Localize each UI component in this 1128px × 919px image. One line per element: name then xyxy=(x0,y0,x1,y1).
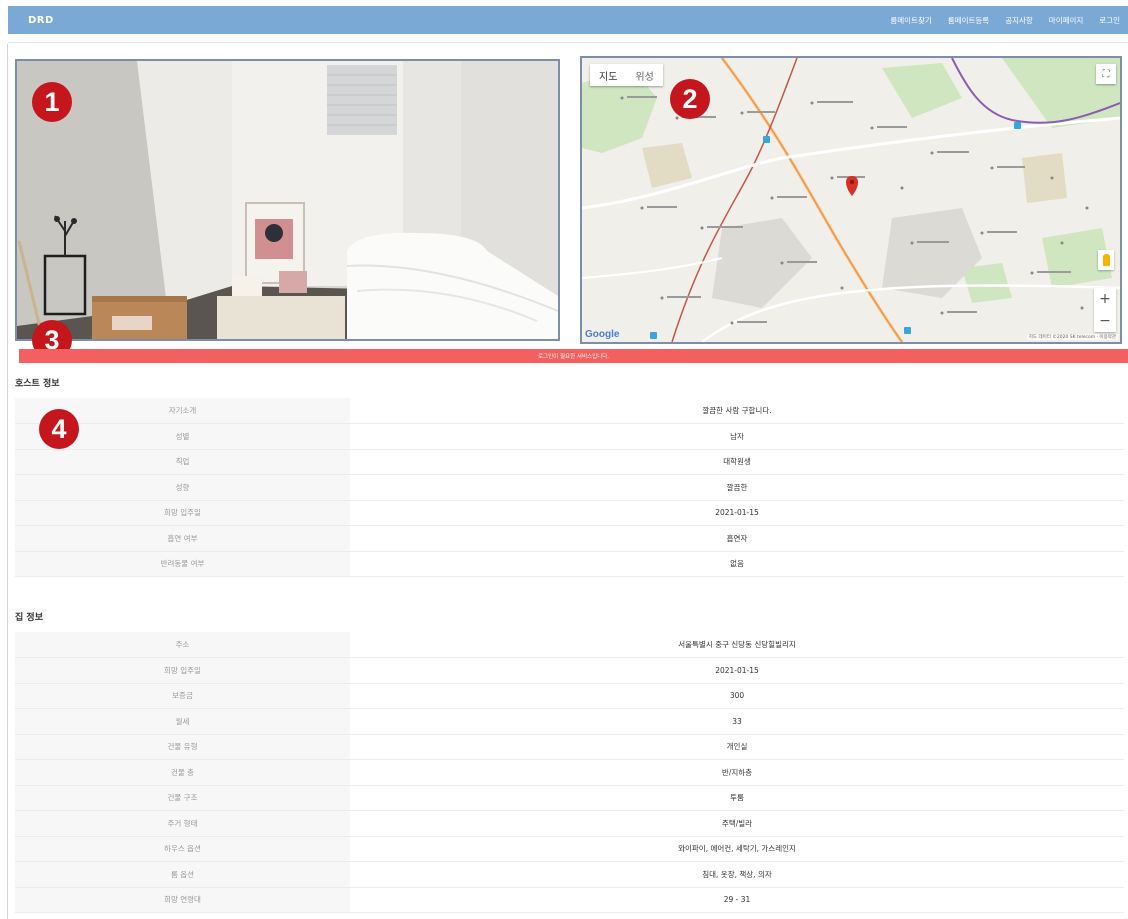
nav-menu: 룸메이트찾기 룸메이트등록 공지사항 마이페이지 로그인 xyxy=(890,15,1128,26)
table-row: 주소 서울특별시 중구 신당동 신당힐빌리지 xyxy=(15,632,1124,658)
table-row: 룸 옵션 침대, 옷장, 책상, 의자 xyxy=(15,861,1124,888)
row-label: 흡연 여부 xyxy=(15,525,350,552)
table-row: 직업 대학원생 xyxy=(15,449,1124,475)
row-value: 투룸 xyxy=(350,785,1124,811)
row-value: 개인실 xyxy=(350,734,1124,760)
row-label: 주소 xyxy=(15,632,350,658)
row-label: 성향 xyxy=(15,474,350,501)
map-type-map-button[interactable]: 지도 xyxy=(590,64,626,86)
nav-link-login[interactable]: 로그인 xyxy=(1099,15,1120,26)
row-value: 남자 xyxy=(350,423,1124,450)
row-label: 건물 층 xyxy=(15,759,350,786)
row-value: 300 xyxy=(350,683,1124,709)
row-value: 흡연자 xyxy=(350,525,1124,552)
map-attribution[interactable]: 지도 데이터 ©2020 SK telecom · 이용약관 xyxy=(1026,334,1118,340)
page-left-border xyxy=(7,44,8,919)
table-row: 자기소개 깔끔한 사람 구합니다. xyxy=(15,398,1124,424)
house-info-title: 집 정보 xyxy=(15,613,43,623)
table-row: 성향 깔끔한 xyxy=(15,474,1124,501)
nav-link-notice[interactable]: 공지사항 xyxy=(1005,15,1033,26)
table-row: 희망 입주일 2021-01-15 xyxy=(15,657,1124,684)
row-value: 2021-01-15 xyxy=(350,500,1124,526)
callout-marker-2: 2 xyxy=(670,79,710,119)
table-row: 하우스 옵션 와이파이, 에어컨, 세탁기, 가스레인지 xyxy=(15,836,1124,862)
table-row: 주거 형태 주택/빌라 xyxy=(15,810,1124,837)
zoom-in-button[interactable]: + xyxy=(1094,288,1116,310)
table-row: 흡연 여부 흡연자 xyxy=(15,525,1124,552)
row-label: 희망 입주일 xyxy=(15,657,350,684)
map-zoom-control: + − xyxy=(1094,288,1116,332)
row-value: 주택/빌라 xyxy=(350,810,1124,837)
row-value: 서울특별시 중구 신당동 신당힐빌리지 xyxy=(350,632,1124,658)
brand-logo[interactable]: DRD xyxy=(28,15,54,26)
map-type-satellite-button[interactable]: 위성 xyxy=(626,64,662,86)
map-type-toggle: 지도 위성 xyxy=(590,64,663,86)
table-row: 월세 33 xyxy=(15,708,1124,735)
host-info-table: 자기소개 깔끔한 사람 구합니다. 성별 남자 직업 대학원생 성향 깔끔한 희망 입주… xyxy=(15,398,1124,577)
table-row: 성별 남자 xyxy=(15,423,1124,450)
row-label: 주거 형태 xyxy=(15,810,350,837)
nav-link-find-roommate[interactable]: 룸메이트찾기 xyxy=(890,15,931,26)
table-row: 반려동물 여부 없음 xyxy=(15,551,1124,577)
table-row: 보증금 300 xyxy=(15,683,1124,709)
row-label: 룸 옵션 xyxy=(15,861,350,888)
house-info-table: 주소 서울특별시 중구 신당동 신당힐빌리지 희망 입주일 2021-01-15 보… xyxy=(15,632,1124,913)
row-label: 희망 입주일 xyxy=(15,500,350,526)
host-info-title: 호스트 정보 xyxy=(15,379,60,389)
row-value: 대학원생 xyxy=(350,449,1124,475)
table-row: 건물 구조 투룸 xyxy=(15,785,1124,811)
row-value: 깔끔한 사람 구합니다. xyxy=(350,398,1124,424)
row-label: 반려동물 여부 xyxy=(15,551,350,577)
row-value: 29 - 31 xyxy=(350,887,1124,913)
login-required-alert: 로그인이 필요한 서비스입니다. xyxy=(19,349,1128,363)
location-map[interactable]: 지도 위성 ⛶ + − Google 지도 데이터 ©2020 SK telec… xyxy=(580,56,1122,344)
row-label: 희망 연령대 xyxy=(15,887,350,913)
row-value: 2021-01-15 xyxy=(350,657,1124,684)
google-logo: Google xyxy=(585,329,620,340)
navbar-divider xyxy=(8,42,1128,43)
row-label: 건물 구조 xyxy=(15,785,350,811)
callout-marker-4: 4 xyxy=(39,409,79,449)
callout-marker-1: 1 xyxy=(32,82,72,122)
row-value: 반/지하층 xyxy=(350,759,1124,786)
row-value: 와이파이, 에어컨, 세탁기, 가스레인지 xyxy=(350,836,1124,862)
row-label: 건물 유형 xyxy=(15,734,350,760)
fullscreen-icon[interactable]: ⛶ xyxy=(1096,64,1116,84)
row-label: 월세 xyxy=(15,708,350,735)
row-value: 깔끔한 xyxy=(350,474,1124,501)
street-view-pegman-icon[interactable] xyxy=(1098,250,1114,270)
row-label: 직업 xyxy=(15,449,350,475)
table-row: 건물 유형 개인실 xyxy=(15,734,1124,760)
nav-link-mypage[interactable]: 마이페이지 xyxy=(1049,15,1084,26)
room-photo xyxy=(15,59,560,341)
row-value: 침대, 옷장, 책상, 의자 xyxy=(350,861,1124,888)
table-row: 희망 입주일 2021-01-15 xyxy=(15,500,1124,526)
table-row: 희망 연령대 29 - 31 xyxy=(15,887,1124,913)
row-label: 보증금 xyxy=(15,683,350,709)
zoom-out-button[interactable]: − xyxy=(1094,310,1116,332)
table-row: 건물 층 반/지하층 xyxy=(15,759,1124,786)
row-label: 하우스 옵션 xyxy=(15,836,350,862)
row-value: 33 xyxy=(350,708,1124,735)
top-navbar: DRD 룸메이트찾기 룸메이트등록 공지사항 마이페이지 로그인 xyxy=(8,6,1128,34)
row-value: 없음 xyxy=(350,551,1124,577)
nav-link-register-roommate[interactable]: 룸메이트등록 xyxy=(948,15,989,26)
